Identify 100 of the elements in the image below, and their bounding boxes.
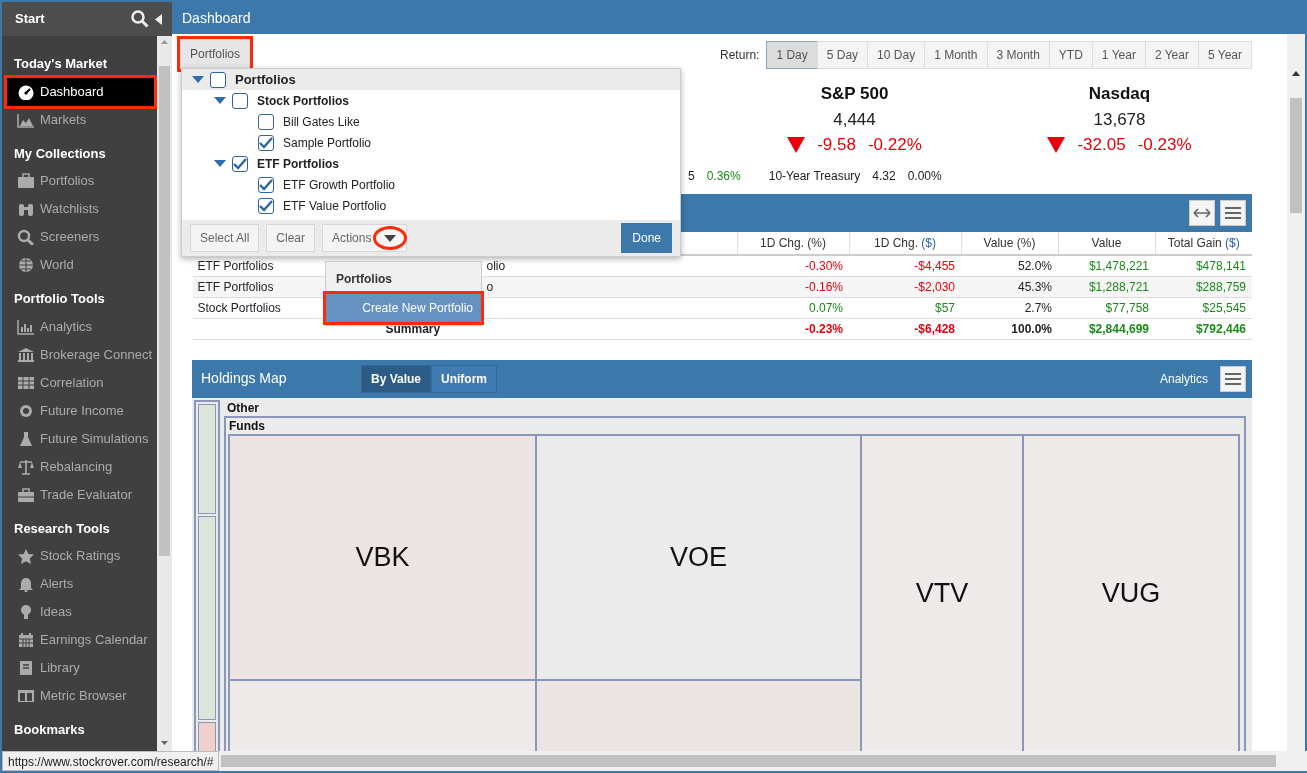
table-cell: $288,759 — [1195, 279, 1246, 294]
table-cell: -$6,428 — [914, 321, 955, 336]
briefcase-icon — [17, 173, 35, 189]
sidebar-item[interactable]: Markets — [7, 105, 154, 134]
checkbox[interactable] — [232, 92, 248, 109]
treemap-tile — [198, 721, 216, 752]
globe-icon — [17, 257, 35, 273]
menu-icon[interactable] — [1220, 200, 1246, 226]
view-toggle[interactable]: By Value — [361, 364, 432, 393]
checkbox[interactable] — [258, 197, 274, 214]
period-tab[interactable]: YTD — [1048, 41, 1093, 69]
table-cell: $1,288,721 — [1088, 279, 1149, 294]
period-tab[interactable]: 5 Day — [816, 41, 869, 69]
table-cell: ETF Portfolios — [197, 258, 274, 273]
period-tab[interactable]: 1 Year — [1091, 41, 1146, 69]
portfolios-button[interactable]: Portfolios — [180, 39, 251, 69]
checkbox[interactable] — [258, 176, 274, 193]
table-cell: $25,545 — [1202, 300, 1246, 315]
horizontal-scrollbar[interactable] — [219, 751, 1307, 771]
expanded-caret-icon[interactable] — [192, 76, 204, 83]
sidebar-item[interactable]: Earnings Calendar — [7, 626, 154, 654]
section-heading: Today's Market — [13, 55, 109, 73]
scrollbar-thumb[interactable] — [159, 66, 170, 556]
grid-icon — [17, 374, 35, 391]
tree-label[interactable]: ETF Growth Portfolio — [283, 175, 396, 194]
sidebar-item[interactable]: Metric Browser — [7, 682, 154, 710]
tree-label[interactable]: ETF Value Portfolio — [283, 196, 387, 215]
done-button[interactable]: Done — [621, 223, 672, 253]
sidebar-item[interactable]: Watchlists — [7, 195, 154, 223]
column-header[interactable]: Value (%) — [961, 232, 1058, 255]
sidebar-item[interactable]: Correlation — [7, 368, 154, 397]
checkbox[interactable] — [232, 155, 248, 172]
column-header[interactable]: Value — [1058, 232, 1155, 255]
menu-icon[interactable] — [1220, 365, 1246, 392]
scale-icon — [17, 458, 35, 475]
sidebar-item[interactable]: Rebalancing — [7, 452, 154, 481]
sidebar-item[interactable]: Brokerage Connect — [7, 340, 154, 369]
column-header[interactable]: 1D Chg. ($) — [849, 232, 961, 255]
sidebar-item[interactable]: Ideas — [7, 598, 154, 626]
tree-label[interactable]: Stock Portfolios — [257, 91, 349, 110]
tree-label[interactable]: Sample Portfolio — [283, 133, 372, 152]
footer-button[interactable]: Select All — [190, 224, 260, 252]
treemap-tile: VTV — [861, 434, 1023, 753]
panel-title: Holdings Map — [201, 369, 288, 388]
checkbox[interactable] — [258, 134, 274, 151]
table-cell: $77,758 — [1105, 300, 1149, 315]
sidebar-item[interactable]: Trade Evaluator — [7, 480, 154, 509]
expand-icon[interactable] — [1189, 200, 1215, 226]
book-icon — [17, 660, 35, 676]
expanded-caret-icon[interactable] — [214, 97, 226, 104]
menu-item[interactable]: Create New Portfolio — [326, 294, 481, 322]
sidebar-item[interactable]: Analytics — [7, 312, 154, 341]
table-cell: -0.23% — [804, 321, 843, 336]
sidebar-item[interactable]: Screeners — [7, 223, 154, 251]
period-tab[interactable]: 5 Year — [1197, 41, 1252, 69]
table-cell: -0.30% — [804, 258, 843, 273]
menu-heading: Portfolios — [335, 271, 393, 288]
scrollbar-thumb[interactable] — [1290, 98, 1302, 213]
table-cell: -$2,030 — [914, 279, 955, 294]
search-icon[interactable] — [131, 10, 149, 28]
tree-label[interactable]: Portfolios — [235, 69, 296, 90]
table-cell: 45.3% — [1017, 279, 1052, 294]
period-tab[interactable]: 1 Day — [766, 41, 818, 69]
expanded-caret-icon[interactable] — [214, 160, 226, 167]
sidebar-item[interactable]: World — [7, 251, 154, 279]
actions-button[interactable]: Actions — [322, 224, 408, 252]
table-cell: 0.07% — [808, 300, 843, 315]
period-tab[interactable]: 3 Month — [986, 41, 1050, 69]
sidebar-item[interactable]: Alerts — [7, 570, 154, 598]
analytics-link[interactable]: Analytics — [1159, 369, 1208, 388]
table-cell: $792,446 — [1195, 321, 1246, 336]
sidebar-item[interactable]: Stock Ratings — [7, 542, 154, 570]
index-percent: -0.22% — [867, 134, 922, 156]
section-heading: Research Tools — [13, 519, 111, 538]
sidebar-item[interactable]: Dashboard — [7, 77, 154, 106]
checkbox[interactable] — [210, 71, 226, 88]
collapse-icon[interactable] — [155, 13, 162, 25]
period-tab[interactable]: 10 Day — [867, 41, 926, 69]
column-header[interactable]: 1D Chg. (%) — [737, 232, 849, 255]
period-tab[interactable]: 2 Year — [1144, 41, 1199, 69]
sidebar-item[interactable]: Future Simulations — [7, 424, 154, 453]
period-tab[interactable]: 1 Month — [924, 41, 988, 69]
sidebar-item[interactable]: Library — [7, 654, 154, 682]
index-percent: -0.23% — [1137, 134, 1192, 156]
checkbox[interactable] — [258, 113, 274, 130]
tree-label[interactable]: ETF Portfolios — [257, 154, 339, 173]
treemap-tile: VOE — [536, 434, 861, 680]
sidebar-item[interactable]: Future Income — [7, 396, 154, 425]
section-heading: My Collections — [13, 144, 107, 163]
table-cell: Summary — [385, 321, 441, 336]
sidebar-title: Start — [15, 10, 46, 29]
column-header[interactable]: Total Gain ($) — [1155, 232, 1252, 255]
tree-label[interactable]: Bill Gates Like — [283, 112, 360, 131]
stat-text: 0.36% — [706, 168, 741, 185]
treemap-tile: VBK — [229, 434, 536, 680]
sidebar-item[interactable]: Portfolios — [7, 167, 154, 195]
table-cell: 2.7% — [1024, 300, 1052, 315]
table-cell: -$4,455 — [914, 258, 955, 273]
view-toggle[interactable]: Uniform — [431, 364, 498, 393]
footer-button[interactable]: Clear — [266, 224, 316, 252]
